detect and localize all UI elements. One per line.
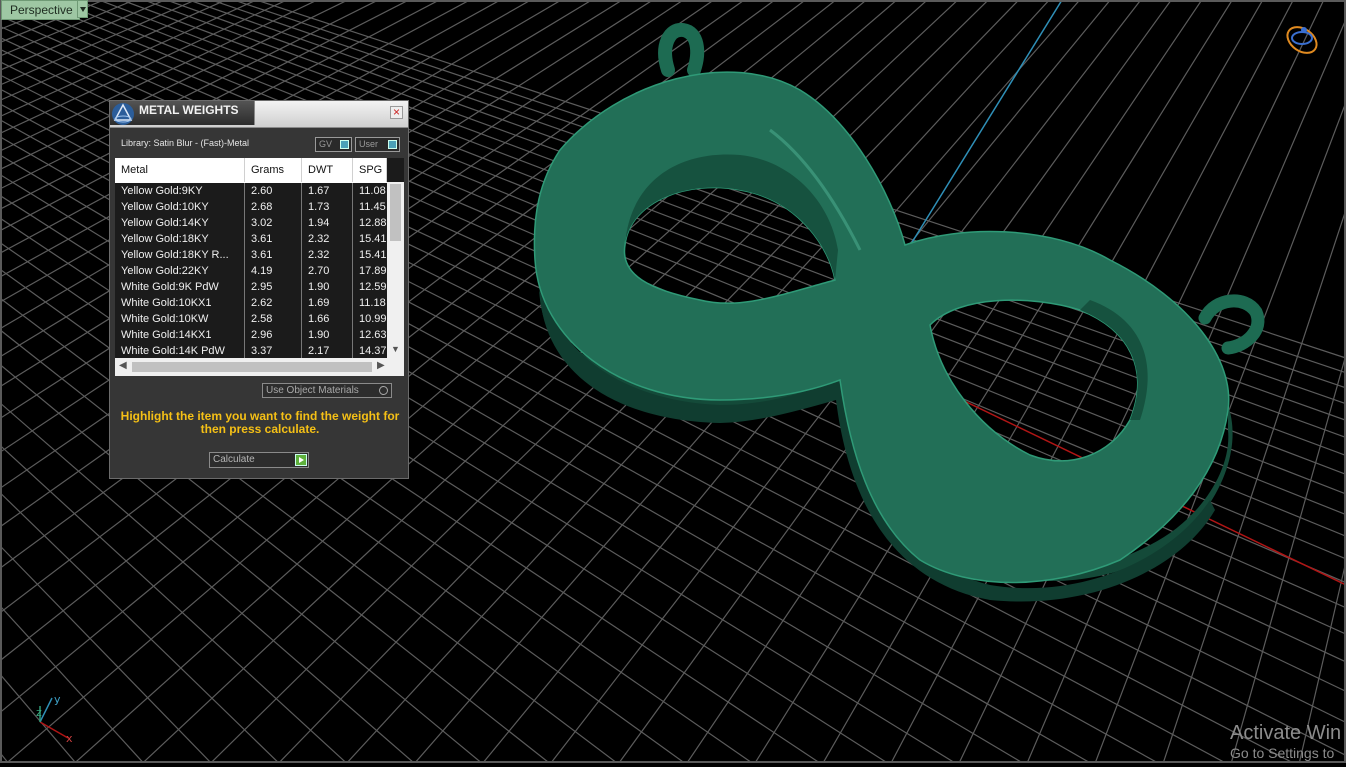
vertical-scroll-thumb[interactable] <box>390 184 401 241</box>
table-row[interactable]: Yellow Gold:9KY 2.60 1.67 11.08 <box>115 183 387 199</box>
spg-cell: 11.08 <box>359 185 386 197</box>
grams-cell: 3.61 <box>245 247 302 263</box>
table-row[interactable]: Yellow Gold:18KY R... 3.61 2.32 15.41 <box>115 247 387 263</box>
grams-cell: 2.58 <box>245 311 302 327</box>
view-mode-button[interactable]: Perspective <box>1 0 80 20</box>
dwt-cell: 1.90 <box>302 327 353 343</box>
spg-cell: 15.41 <box>359 249 387 261</box>
grams-cell: 3.61 <box>245 231 302 247</box>
horizontal-scrollbar[interactable]: ◀ ▶ <box>115 358 404 376</box>
dialog-title-tab: METAL WEIGHTS <box>110 101 255 125</box>
metal-cell: Yellow Gold:14KY <box>115 215 245 231</box>
dwt-cell: 1.67 <box>302 183 353 199</box>
spg-cell: 11.18 <box>359 297 386 309</box>
table-body: Yellow Gold:9KY 2.60 1.67 11.08 Yellow Gold… <box>115 183 387 359</box>
axis-x-label: x <box>66 732 73 745</box>
dialog-title: METAL WEIGHTS <box>139 103 239 117</box>
play-arrow-icon <box>295 454 307 466</box>
metal-cell: Yellow Gold:18KY R... <box>115 247 245 263</box>
metal-cell: Yellow Gold:18KY <box>115 231 245 247</box>
metal-cell: White Gold:10KW <box>115 311 245 327</box>
dialog-titlebar[interactable]: METAL WEIGHTS × <box>110 101 408 128</box>
dwt-cell: 1.94 <box>302 215 353 231</box>
table-row[interactable]: Yellow Gold:22KY 4.19 2.70 17.89 <box>115 263 387 279</box>
metal-cell: White Gold:9K PdW <box>115 279 245 295</box>
table-row[interactable]: Yellow Gold:10KY 2.68 1.73 11.45 <box>115 199 387 215</box>
spg-cell: 17.89 <box>359 265 387 277</box>
spg-cell: 12.88 <box>359 217 387 229</box>
windows-activation-watermark: Activate Win Go to Settings to <box>1230 722 1341 761</box>
metal-weights-table[interactable]: Metal Grams DWT SPG Yellow Gold:9KY 2.60 1… <box>115 158 404 376</box>
dwt-cell: 2.17 <box>302 343 353 359</box>
close-icon[interactable]: × <box>390 106 403 119</box>
grams-cell: 2.96 <box>245 327 302 343</box>
metal-cell: Yellow Gold:9KY <box>115 183 245 199</box>
table-row[interactable]: Yellow Gold:14KY 3.02 1.94 12.88 <box>115 215 387 231</box>
scrollbar-header-spacer <box>387 158 404 182</box>
metal-cell: Yellow Gold:10KY <box>115 199 245 215</box>
table-header: Metal Grams DWT SPG <box>115 158 387 182</box>
column-header-dwt[interactable]: DWT <box>302 158 353 182</box>
metal-cell: White Gold:14KX1 <box>115 327 245 343</box>
spg-cell: 12.63 <box>359 329 387 341</box>
instruction-text: Highlight the item you want to find the … <box>120 409 400 436</box>
horizontal-scroll-thumb[interactable] <box>132 362 372 372</box>
axis-y-label: y <box>54 693 61 706</box>
vertical-scrollbar[interactable]: ▼ <box>387 158 404 358</box>
view-mode-dropdown-icon[interactable] <box>77 0 88 18</box>
user-indicator-icon <box>388 140 397 149</box>
scroll-down-icon[interactable]: ▼ <box>391 344 400 354</box>
spg-cell: 12.59 <box>359 281 387 293</box>
metal-cell: White Gold:14K PdW <box>115 343 245 359</box>
grams-cell: 2.95 <box>245 279 302 295</box>
gv-toggle[interactable]: GV <box>315 137 352 152</box>
user-label: User <box>359 139 379 149</box>
dwt-cell: 1.66 <box>302 311 353 327</box>
dwt-cell: 1.69 <box>302 295 353 311</box>
scroll-right-icon[interactable]: ▶ <box>377 360 385 371</box>
table-row[interactable]: White Gold:10KX1 2.62 1.69 11.18 <box>115 295 387 311</box>
grams-cell: 2.62 <box>245 295 302 311</box>
dwt-cell: 2.32 <box>302 247 353 263</box>
dwt-cell: 2.70 <box>302 263 353 279</box>
grams-cell: 4.19 <box>245 263 302 279</box>
table-row[interactable]: White Gold:14K PdW 3.37 2.17 14.37 <box>115 343 387 359</box>
dwt-cell: 2.32 <box>302 231 353 247</box>
scroll-left-icon[interactable]: ◀ <box>119 360 127 371</box>
column-header-metal[interactable]: Metal <box>115 158 245 182</box>
table-row[interactable]: Yellow Gold:18KY 3.61 2.32 15.41 <box>115 231 387 247</box>
column-header-spg[interactable]: SPG <box>353 158 387 182</box>
table-row[interactable]: White Gold:14KX1 2.96 1.90 12.63 <box>115 327 387 343</box>
metal-cell: Yellow Gold:22KY <box>115 263 245 279</box>
dwt-cell: 1.73 <box>302 199 353 215</box>
user-toggle[interactable]: User <box>355 137 400 152</box>
watermark-line2: Go to Settings to <box>1230 745 1335 761</box>
dwt-cell: 1.90 <box>302 279 353 295</box>
spg-cell: 11.45 <box>359 201 386 213</box>
column-header-grams[interactable]: Grams <box>245 158 302 182</box>
metal-cell: White Gold:10KX1 <box>115 295 245 311</box>
grams-cell: 2.60 <box>245 183 302 199</box>
table-row[interactable]: White Gold:9K PdW 2.95 1.90 12.59 <box>115 279 387 295</box>
watermark-line1: Activate Win <box>1230 722 1342 744</box>
calculate-label: Calculate <box>213 454 255 465</box>
gv-label: GV <box>319 139 333 149</box>
calculate-button[interactable]: Calculate <box>209 452 309 468</box>
use-object-materials-label: Use Object Materials <box>266 385 359 396</box>
table-row[interactable]: White Gold:10KW 2.58 1.66 10.99 <box>115 311 387 327</box>
radio-icon <box>379 386 388 395</box>
spg-cell: 15.41 <box>359 233 387 245</box>
spg-cell: 14.37 <box>359 345 387 357</box>
metal-weights-dialog: METAL WEIGHTS × Library: Satin Blur - (F… <box>109 100 409 479</box>
use-object-materials-toggle[interactable]: Use Object Materials <box>262 383 392 398</box>
grams-cell: 2.68 <box>245 199 302 215</box>
app-logo-icon <box>112 103 134 125</box>
grams-cell: 3.02 <box>245 215 302 231</box>
axis-z-label: z <box>36 706 42 719</box>
grams-cell: 3.37 <box>245 343 302 359</box>
spg-cell: 10.99 <box>359 313 387 325</box>
gv-indicator-icon <box>340 140 349 149</box>
library-label: Library: Satin Blur - (Fast)-Metal <box>121 138 250 148</box>
